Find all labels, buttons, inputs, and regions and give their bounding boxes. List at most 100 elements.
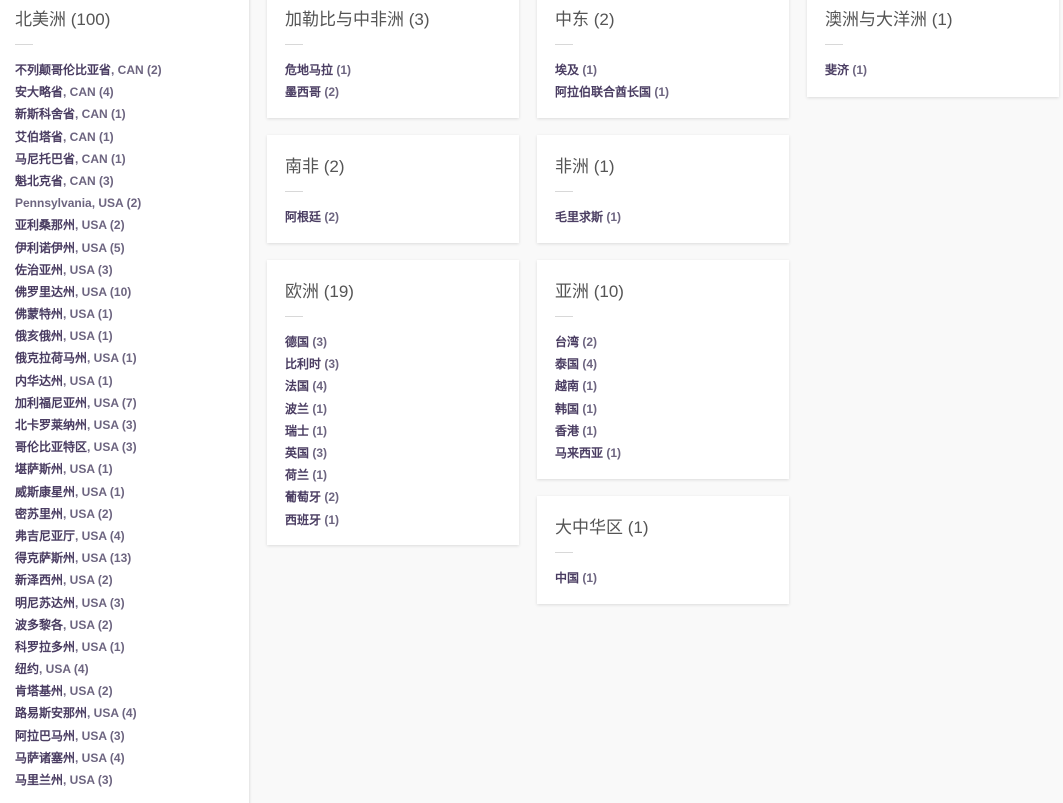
region-title[interactable]: 加勒比与中非洲 (3) xyxy=(285,8,501,32)
location-name[interactable]: 佛蒙特州 xyxy=(15,307,63,321)
location-name[interactable]: 密苏里州 xyxy=(15,507,63,521)
location-name[interactable]: 波兰 xyxy=(285,402,309,416)
location-name[interactable]: 比利时 xyxy=(285,357,321,371)
location-item[interactable]: 明尼苏达州, USA (3) xyxy=(15,592,231,614)
location-item[interactable]: 俄克拉荷马州, USA (1) xyxy=(15,347,231,369)
location-item[interactable]: 俄亥俄州, USA (1) xyxy=(15,325,231,347)
location-name[interactable]: 堪萨斯州 xyxy=(15,462,63,476)
region-title[interactable]: 非洲 (1) xyxy=(555,155,771,179)
region-title[interactable]: 亚洲 (10) xyxy=(555,280,771,304)
location-item[interactable]: 马萨诸塞州, USA (4) xyxy=(15,747,231,769)
location-item[interactable]: 佐治亚州, USA (3) xyxy=(15,259,231,281)
location-item[interactable]: 哥伦比亚特区, USA (3) xyxy=(15,436,231,458)
location-item[interactable]: 安大略省, CAN (4) xyxy=(15,81,231,103)
location-name[interactable]: 佐治亚州 xyxy=(15,263,63,277)
location-name[interactable]: 英国 xyxy=(285,446,309,460)
location-item[interactable]: 马里兰州, USA (3) xyxy=(15,769,231,791)
location-name[interactable]: 加利福尼亚州 xyxy=(15,396,87,410)
location-item[interactable]: 埃及 (1) xyxy=(555,59,771,81)
location-name[interactable]: 纽约 xyxy=(15,662,39,676)
location-item[interactable]: Pennsylvania, USA (2) xyxy=(15,192,231,214)
location-name[interactable]: 新泽西州 xyxy=(15,573,63,587)
location-name[interactable]: 中国 xyxy=(555,571,579,585)
location-name[interactable]: Pennsylvania xyxy=(15,196,92,210)
location-item[interactable]: 毛里求斯 (1) xyxy=(555,206,771,228)
location-name[interactable]: 葡萄牙 xyxy=(285,490,321,504)
location-name[interactable]: 威斯康星州 xyxy=(15,485,75,499)
location-item[interactable]: 比利时 (3) xyxy=(285,353,501,375)
location-name[interactable]: 哥伦比亚特区 xyxy=(15,440,87,454)
location-name[interactable]: 荷兰 xyxy=(285,468,309,482)
location-item[interactable]: 加利福尼亚州, USA (7) xyxy=(15,392,231,414)
location-item[interactable]: 瑞士 (1) xyxy=(285,420,501,442)
location-name[interactable]: 韩国 xyxy=(555,402,579,416)
location-item[interactable]: 德国 (3) xyxy=(285,331,501,353)
location-item[interactable]: 堪萨斯州, USA (1) xyxy=(15,458,231,480)
location-name[interactable]: 马萨诸塞州 xyxy=(15,751,75,765)
location-name[interactable]: 肯塔基州 xyxy=(15,684,63,698)
location-name[interactable]: 科罗拉多州 xyxy=(15,640,75,654)
location-name[interactable]: 北卡罗莱纳州 xyxy=(15,418,87,432)
location-item[interactable]: 密苏里州, USA (2) xyxy=(15,503,231,525)
region-title[interactable]: 欧洲 (19) xyxy=(285,280,501,304)
location-name[interactable]: 魁北克省 xyxy=(15,174,63,188)
location-name[interactable]: 越南 xyxy=(555,379,579,393)
location-item[interactable]: 得克萨斯州, USA (13) xyxy=(15,547,231,569)
location-name[interactable]: 新斯科舍省 xyxy=(15,107,75,121)
location-item[interactable]: 泰国 (4) xyxy=(555,353,771,375)
location-name[interactable]: 台湾 xyxy=(555,335,579,349)
location-name[interactable]: 佛罗里达州 xyxy=(15,285,75,299)
location-item[interactable]: 肯塔基州, USA (2) xyxy=(15,680,231,702)
location-item[interactable]: 路易斯安那州, USA (4) xyxy=(15,702,231,724)
location-name[interactable]: 毛里求斯 xyxy=(555,210,603,224)
location-name[interactable]: 法国 xyxy=(285,379,309,393)
location-item[interactable]: 科罗拉多州, USA (1) xyxy=(15,636,231,658)
location-name[interactable]: 亚利桑那州 xyxy=(15,218,75,232)
region-title[interactable]: 大中华区 (1) xyxy=(555,516,771,540)
location-name[interactable]: 俄克拉荷马州 xyxy=(15,351,87,365)
location-name[interactable]: 埃及 xyxy=(555,63,579,77)
location-name[interactable]: 弗吉尼亚厅 xyxy=(15,529,75,543)
location-item[interactable]: 墨西哥 (2) xyxy=(285,81,501,103)
location-item[interactable]: 波兰 (1) xyxy=(285,398,501,420)
location-item[interactable]: 佛蒙特州, USA (1) xyxy=(15,303,231,325)
location-name[interactable]: 香港 xyxy=(555,424,579,438)
location-item[interactable]: 佛罗里达州, USA (10) xyxy=(15,281,231,303)
location-item[interactable]: 越南 (1) xyxy=(555,375,771,397)
location-item[interactable]: 阿拉巴马州, USA (3) xyxy=(15,725,231,747)
location-item[interactable]: 斐济 (1) xyxy=(825,59,1041,81)
location-item[interactable]: 伊利诺伊州, USA (5) xyxy=(15,237,231,259)
location-name[interactable]: 俄亥俄州 xyxy=(15,329,63,343)
location-item[interactable]: 危地马拉 (1) xyxy=(285,59,501,81)
region-title[interactable]: 澳洲与大洋洲 (1) xyxy=(825,8,1041,32)
location-name[interactable]: 斐济 xyxy=(825,63,849,77)
location-item[interactable]: 不列颠哥伦比亚省, CAN (2) xyxy=(15,59,231,81)
location-name[interactable]: 阿拉巴马州 xyxy=(15,729,75,743)
location-item[interactable]: 葡萄牙 (2) xyxy=(285,486,501,508)
location-name[interactable]: 安大略省 xyxy=(15,85,63,99)
location-item[interactable]: 香港 (1) xyxy=(555,420,771,442)
location-name[interactable]: 西班牙 xyxy=(285,513,321,527)
location-name[interactable]: 泰国 xyxy=(555,357,579,371)
location-name[interactable]: 得克萨斯州 xyxy=(15,551,75,565)
location-item[interactable]: 阿根廷 (2) xyxy=(285,206,501,228)
location-name[interactable]: 危地马拉 xyxy=(285,63,333,77)
location-item[interactable]: 纽约, USA (4) xyxy=(15,658,231,680)
region-title[interactable]: 南非 (2) xyxy=(285,155,501,179)
location-item[interactable]: 威斯康星州, USA (1) xyxy=(15,481,231,503)
location-item[interactable]: 法国 (4) xyxy=(285,375,501,397)
location-item[interactable]: 英国 (3) xyxy=(285,442,501,464)
location-item[interactable]: 新泽西州, USA (2) xyxy=(15,569,231,591)
location-name[interactable]: 内华达州 xyxy=(15,374,63,388)
location-item[interactable]: 马来西亚 (1) xyxy=(555,442,771,464)
location-item[interactable]: 亚利桑那州, USA (2) xyxy=(15,214,231,236)
location-name[interactable]: 马尼托巴省 xyxy=(15,152,75,166)
location-item[interactable]: 北卡罗莱纳州, USA (3) xyxy=(15,414,231,436)
location-name[interactable]: 德国 xyxy=(285,335,309,349)
location-item[interactable]: 荷兰 (1) xyxy=(285,464,501,486)
location-item[interactable]: 阿拉伯联合酋长国 (1) xyxy=(555,81,771,103)
location-name[interactable]: 明尼苏达州 xyxy=(15,596,75,610)
location-name[interactable]: 伊利诺伊州 xyxy=(15,241,75,255)
region-title[interactable]: 北美洲 (100) xyxy=(15,8,231,32)
location-name[interactable]: 墨西哥 xyxy=(285,85,321,99)
